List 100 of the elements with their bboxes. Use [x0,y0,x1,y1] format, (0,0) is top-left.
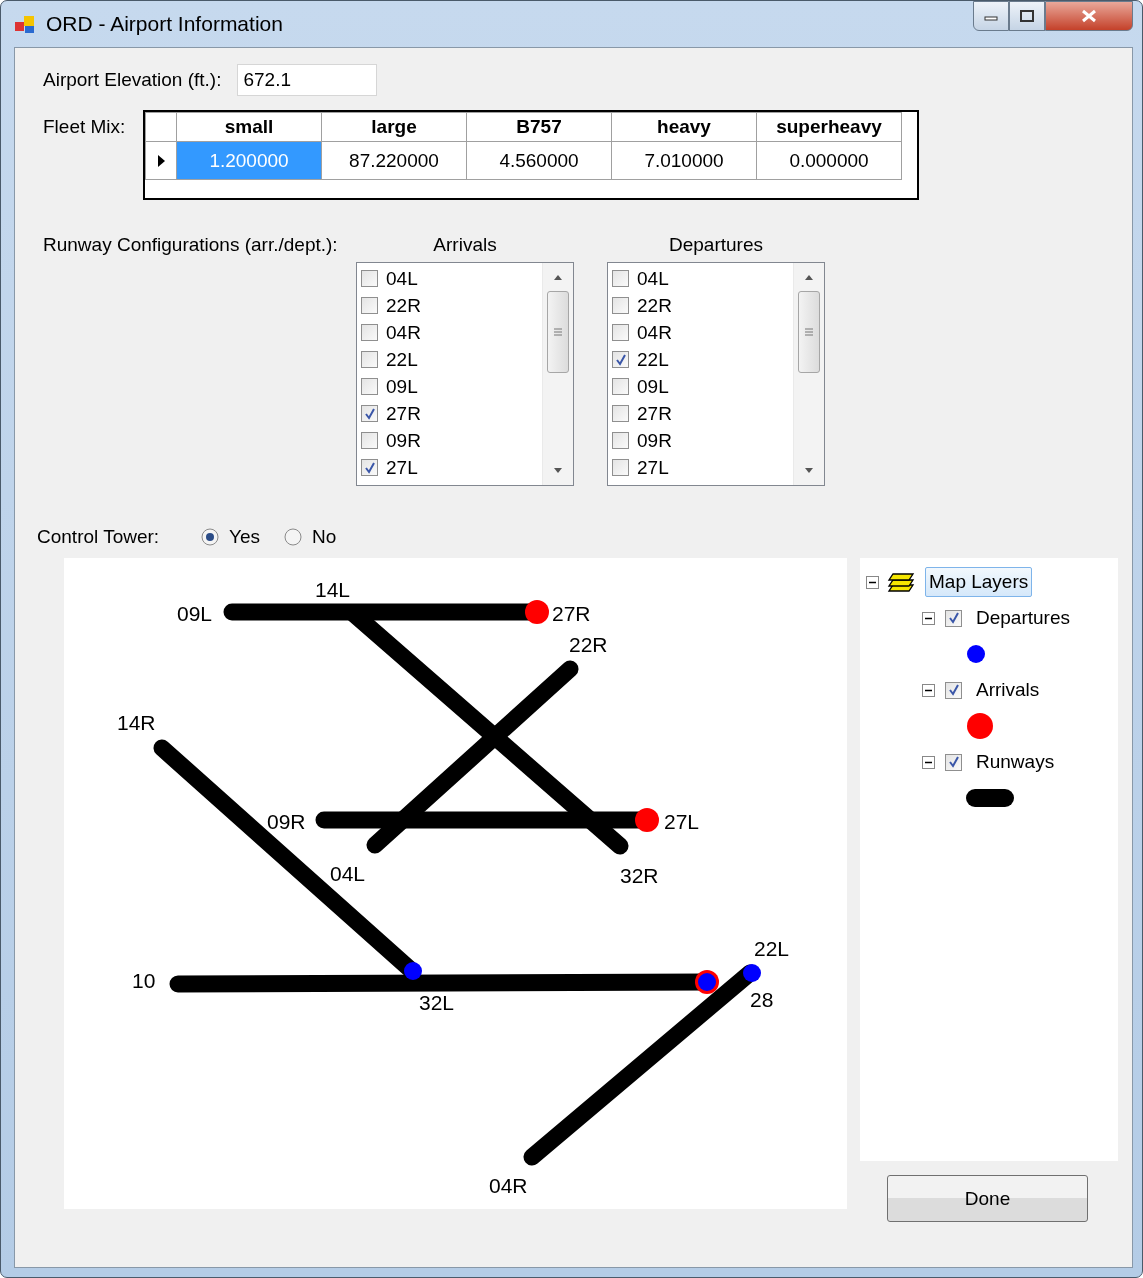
collapse-icon[interactable] [866,575,879,589]
table-cell[interactable]: 87.220000 [321,141,467,180]
tree-item[interactable]: Runways [972,747,1059,777]
list-item[interactable]: 27L [637,456,669,479]
runway-label: 04L [330,862,366,885]
scroll-thumb[interactable] [547,291,569,373]
arrival-marker [525,600,549,624]
collapse-icon[interactable] [922,611,935,625]
table-cell[interactable]: 0.000000 [756,141,902,180]
checkbox[interactable] [945,753,962,771]
checked-list[interactable]: 04L 22R 04R 22L 09L 27R 09R 27L [356,262,574,486]
list-title: Departures [669,234,763,256]
collapse-icon[interactable] [922,755,935,769]
list-item[interactable]: 22R [637,294,672,317]
list-item[interactable]: 04R [386,321,421,344]
list-item[interactable]: 27L [386,456,418,479]
runway-label: 14R [117,711,156,734]
checkbox[interactable] [361,324,378,341]
tree-item[interactable]: Map Layers [925,567,1033,597]
departure-marker [743,964,761,982]
scroll-down-icon[interactable] [804,467,814,475]
table-cell[interactable]: 4.560000 [466,141,612,180]
scroll-up-icon[interactable] [553,273,563,281]
maximize-button[interactable] [1009,1,1045,31]
runway-label: 32R [620,864,659,887]
list-item[interactable]: 09L [637,375,669,398]
scrollbar[interactable] [542,263,573,485]
elevation-field[interactable]: 672.1 [237,64,378,96]
departure-marker [404,962,422,980]
list-item[interactable]: 27R [386,402,421,425]
checkbox[interactable] [945,609,962,627]
checkbox[interactable] [612,432,629,449]
checkbox[interactable] [945,681,962,699]
radio-label[interactable]: Yes [229,526,260,548]
list-item[interactable]: 09R [386,429,421,452]
runway-label: 27R [552,602,591,625]
checkbox[interactable] [361,297,378,314]
runway-label: 27L [664,810,700,833]
close-button[interactable] [1045,1,1133,31]
runway-label: 09R [267,810,306,833]
runway-label: 09L [177,602,213,625]
tree-item[interactable]: Arrivals [972,675,1044,705]
runway-label: 22R [569,633,608,656]
tree-item[interactable]: Departures [972,603,1074,633]
scrollbar[interactable] [793,263,824,485]
radio-button[interactable] [284,528,302,546]
runway-label: 10 [132,969,156,992]
scroll-thumb[interactable] [798,291,820,373]
field-label: Control Tower: [37,526,161,548]
list-item[interactable]: 22R [386,294,421,317]
field-label: Airport Elevation (ft.): [43,69,222,91]
checkbox[interactable] [361,378,378,395]
scroll-down-icon[interactable] [553,467,563,475]
close-icon [1081,9,1097,23]
radio-button[interactable] [201,528,219,546]
runway-label: 04R [489,1174,528,1197]
checkbox[interactable] [612,378,629,395]
collapse-icon[interactable] [922,683,935,697]
runway-label: 22L [754,937,790,960]
layer-tree[interactable]: Map Layers Departures Arrivals Runways [860,558,1118,1161]
column-header[interactable]: heavy [611,112,757,142]
radio-label[interactable]: No [312,526,337,548]
data-grid[interactable]: small large B757 heavy superheavy 1.200000 87.220000 4.560000 7.010000 0.000000 [143,110,919,200]
checkbox[interactable] [612,459,629,476]
list-item[interactable]: 04L [637,267,669,290]
list-item[interactable]: 09R [637,429,672,452]
layers-icon [887,571,917,593]
row-header [145,112,177,142]
maximize-icon [1020,10,1034,22]
checkbox[interactable] [612,297,629,314]
checkbox[interactable] [361,405,378,422]
column-header[interactable]: superheavy [756,112,902,142]
runway-label: 14L [315,578,351,601]
scroll-up-icon[interactable] [804,273,814,281]
window-title: ORD - Airport Information [46,12,283,36]
checkbox[interactable] [361,351,378,368]
checkbox[interactable] [612,351,629,368]
list-item[interactable]: 09L [386,375,418,398]
done-button[interactable]: Done [887,1175,1088,1222]
list-item[interactable]: 04L [386,267,418,290]
checked-list[interactable]: 04L 22R 04R 22L 09L 27R 09R 27L [607,262,825,486]
minimize-button[interactable] [973,1,1009,31]
runway-label: 32L [419,991,455,1014]
table-cell[interactable]: 7.010000 [611,141,757,180]
list-title: Arrivals [433,234,497,256]
checkbox[interactable] [612,405,629,422]
row-header[interactable] [145,141,177,180]
column-header[interactable]: large [321,112,467,142]
checkbox[interactable] [361,270,378,287]
checkbox[interactable] [361,459,378,476]
column-header[interactable]: B757 [466,112,612,142]
checkbox[interactable] [361,432,378,449]
checkbox[interactable] [612,324,629,341]
column-header[interactable]: small [176,112,322,142]
list-item[interactable]: 27R [637,402,672,425]
field-label: Runway Configurations (arr./dept.): [43,234,339,257]
list-item[interactable]: 04R [637,321,672,344]
list-item[interactable]: 22L [637,348,669,371]
checkbox[interactable] [612,270,629,287]
list-item[interactable]: 22L [386,348,418,371]
